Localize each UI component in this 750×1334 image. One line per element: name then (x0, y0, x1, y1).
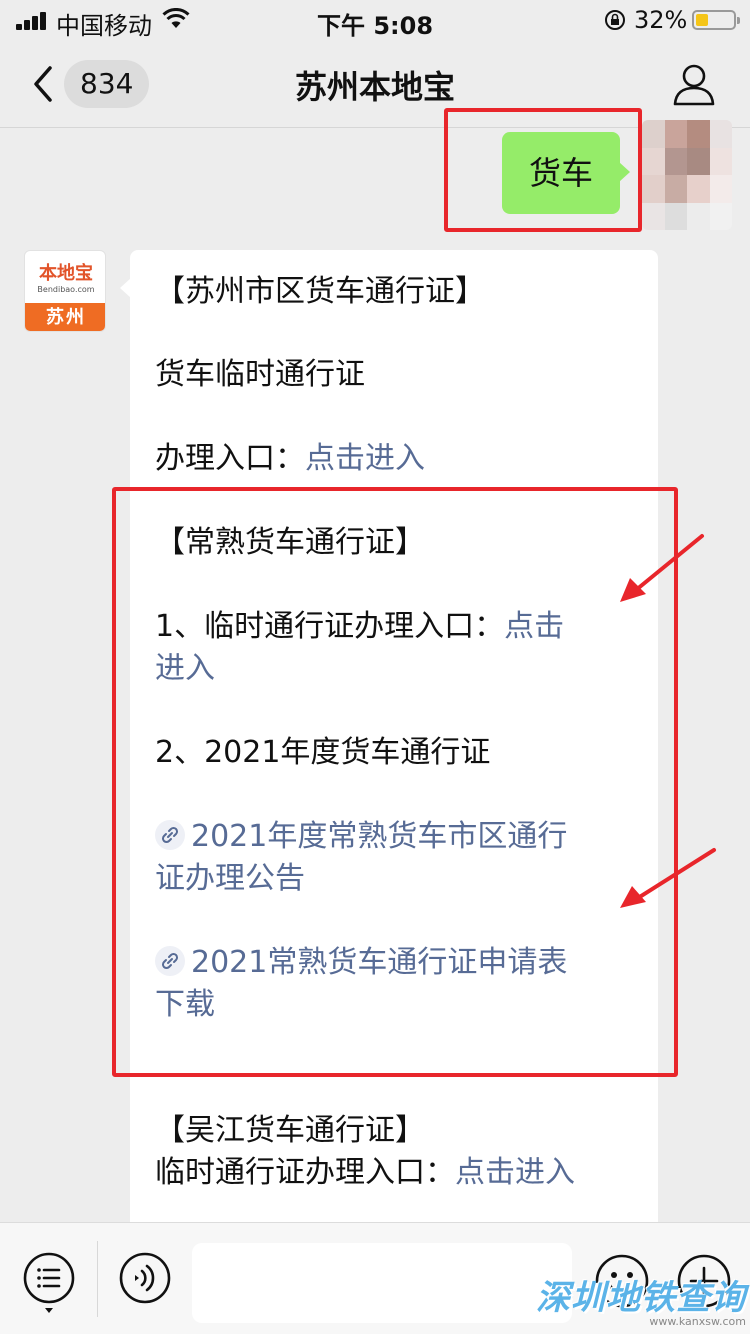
orientation-lock-icon (605, 10, 625, 30)
wujiang-link[interactable]: 点击进入 (455, 1155, 575, 1190)
wujiang-text: 临时通行证办理入口： (155, 1155, 455, 1190)
menu-list-icon[interactable] (22, 1251, 76, 1315)
annotation-arrow-icon (620, 848, 716, 908)
plus-icon[interactable] (676, 1253, 732, 1309)
chat-title: 苏州本地宝 (294, 68, 455, 106)
input-divider (97, 1241, 98, 1317)
profile-icon[interactable] (672, 62, 716, 106)
logo-city: 苏州 (25, 303, 105, 331)
battery-percent: 32% (634, 6, 688, 34)
highlight-box-changshu (112, 487, 678, 1077)
suzhou-heading: 【苏州市区货车通行证】 (155, 274, 485, 309)
logo-name: 本地宝 (39, 263, 93, 284)
status-bar: 中国移动 下午 5:08 32% (0, 0, 750, 40)
annotation-arrow-icon (620, 534, 704, 602)
temp-pass-title: 货车临时通行证 (155, 357, 365, 392)
user-avatar[interactable] (642, 120, 732, 230)
battery-icon (692, 10, 740, 30)
apply-label: 办理入口： (155, 441, 305, 476)
highlight-box-outgoing (444, 108, 642, 232)
apply-link[interactable]: 点击进入 (305, 441, 425, 476)
message-input[interactable] (192, 1243, 572, 1323)
emoji-icon[interactable] (594, 1253, 650, 1309)
voice-icon[interactable] (118, 1251, 172, 1305)
account-avatar[interactable]: 本地宝 Bendibao.com 苏州 (24, 250, 106, 332)
chat-input-bar (0, 1222, 750, 1334)
wujiang-row: 临时通行证办理入口：点击进入 (155, 1152, 635, 1194)
wujiang-heading: 【吴江货车通行证】 (155, 1113, 425, 1148)
logo-domain: Bendibao.com (37, 285, 95, 294)
apply-row: 办理入口：点击进入 (155, 438, 635, 480)
